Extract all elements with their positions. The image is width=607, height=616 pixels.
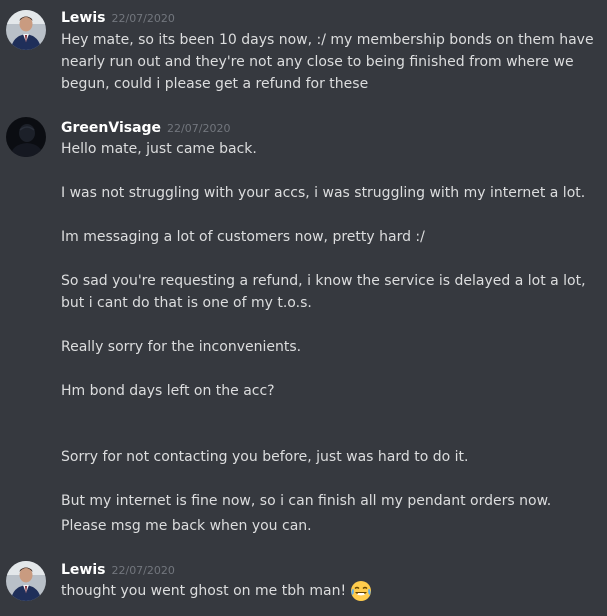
message-line: nearly run out and they're not any close… <box>61 54 574 70</box>
message-line: Im messaging a lot of customers now, pre… <box>61 229 425 245</box>
message-line: Really sorry for the inconvenients. <box>61 339 302 355</box>
message-timestamp: 22/07/2020 <box>167 122 231 135</box>
message-author[interactable]: Lewis <box>61 562 105 578</box>
message-line: So sad you're requesting a refund, i kno… <box>61 273 586 289</box>
message-line: Please msg me back when you can. <box>61 518 312 534</box>
avatar-man-in-suit-icon <box>6 561 46 601</box>
message-line: thought you went ghost on me tbh man! <box>61 580 372 602</box>
avatar-man-in-suit-icon <box>6 10 46 50</box>
chat-messages: Lewis 22/07/2020 Hey mate, so its been 10… <box>0 0 607 616</box>
message-line: Hm bond days left on the acc? <box>61 383 275 399</box>
avatar-lewis[interactable] <box>6 10 46 50</box>
joy-tears-icon <box>350 580 372 602</box>
message-line: begun, could i please get a refund for t… <box>61 76 369 92</box>
message-text: thought you went ghost on me tbh man! <box>61 583 347 599</box>
avatar-lewis[interactable] <box>6 561 46 601</box>
avatar-greenvisage[interactable] <box>6 117 46 157</box>
message-timestamp: 22/07/2020 <box>111 12 175 25</box>
message-line: Hey mate, so its been 10 days now, :/ my… <box>61 32 594 48</box>
message-line: but i cant do that is one of my t.o.s. <box>61 295 312 311</box>
message-line: But my internet is fine now, so i can fi… <box>61 493 552 509</box>
message-line: Sorry for not contacting you before, jus… <box>61 449 469 465</box>
message-author[interactable]: Lewis <box>61 10 105 26</box>
message-line: Hello mate, just came back. <box>61 141 257 157</box>
message-line: I was not struggling with your accs, i w… <box>61 185 586 201</box>
message-timestamp: 22/07/2020 <box>111 564 175 577</box>
message-author[interactable]: GreenVisage <box>61 120 161 136</box>
avatar-dark-silhouette-icon <box>6 117 46 157</box>
